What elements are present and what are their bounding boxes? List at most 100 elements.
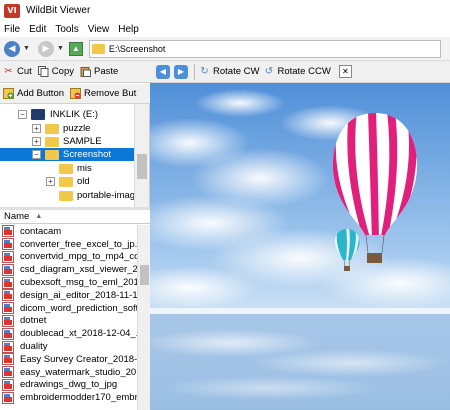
back-dropdown-icon[interactable]: ▼ bbox=[23, 45, 30, 52]
list-item[interactable]: converter_free_excel_to_jp... bbox=[0, 238, 137, 251]
tree-item-label: old bbox=[77, 176, 90, 187]
drive-icon bbox=[31, 109, 45, 120]
menu-bar: File Edit Tools View Help bbox=[0, 21, 450, 37]
file-icon bbox=[2, 314, 14, 327]
folder-icon bbox=[59, 190, 73, 201]
button-toolbar: Add Button Remove But bbox=[0, 84, 150, 104]
collapse-icon[interactable]: − bbox=[18, 110, 27, 119]
paste-button[interactable]: Paste bbox=[80, 66, 118, 77]
file-icon bbox=[2, 302, 14, 315]
list-item[interactable]: easy_watermark_studio_20... bbox=[0, 366, 137, 379]
tree-item-label: portable-image bbox=[77, 190, 141, 201]
toolbar-separator bbox=[194, 63, 195, 80]
list-item[interactable]: dotnet bbox=[0, 314, 137, 328]
close-toolbar-icon[interactable]: ✕ bbox=[338, 65, 352, 78]
file-icon bbox=[2, 289, 14, 302]
list-item[interactable]: csd_diagram_xsd_viewer_2... bbox=[0, 263, 137, 276]
list-item[interactable]: design_ai_editor_2018-11-1... bbox=[0, 289, 137, 302]
folder-icon bbox=[59, 176, 73, 187]
tree-item-label: INKLIK (E:) bbox=[50, 109, 99, 120]
file-list-scroll-thumb[interactable] bbox=[140, 265, 149, 285]
path-text: E:\Screenshot bbox=[108, 43, 166, 54]
file-name: easy_watermark_studio_20... bbox=[20, 366, 137, 378]
remove-icon bbox=[70, 88, 82, 99]
list-item[interactable]: contacam bbox=[0, 225, 137, 238]
list-item[interactable]: Easy Survey Creator_2018-... bbox=[0, 353, 137, 366]
menu-help[interactable]: Help bbox=[114, 24, 144, 35]
cut-button[interactable]: ✂ Cut bbox=[3, 66, 32, 77]
tree-item-screenshot[interactable]: − Screenshot bbox=[0, 148, 134, 161]
list-item[interactable]: convertvid_mpg_to_mp4_co... bbox=[0, 250, 137, 264]
menu-edit[interactable]: Edit bbox=[25, 24, 51, 35]
file-list-scrollbar[interactable] bbox=[137, 225, 150, 410]
image-preview[interactable] bbox=[150, 83, 450, 410]
tree-item-label: puzzle bbox=[63, 123, 91, 134]
list-item[interactable]: doublecad_xt_2018-12-04_... bbox=[0, 327, 137, 340]
menu-view[interactable]: View bbox=[84, 24, 115, 35]
file-name: contacam bbox=[20, 225, 62, 237]
expand-icon[interactable]: + bbox=[46, 177, 55, 186]
folder-icon bbox=[45, 149, 59, 160]
file-list: contacam converter_free_excel_to_jp... c… bbox=[0, 225, 137, 410]
tree-scrollbar[interactable] bbox=[134, 104, 149, 207]
tree-item-old[interactable]: + old bbox=[46, 175, 90, 188]
file-name: design_ai_editor_2018-11-1... bbox=[20, 289, 137, 301]
file-icon bbox=[2, 353, 14, 366]
folder-tree: − INKLIK (E:) + puzzle + SAMPLE − Screen… bbox=[0, 104, 150, 207]
list-item[interactable]: edrawings_dwg_to_jpg bbox=[0, 378, 137, 392]
back-icon[interactable]: ◀ bbox=[4, 40, 20, 57]
tree-item-portable-image[interactable]: portable-image bbox=[59, 189, 140, 202]
list-item[interactable]: duality bbox=[0, 340, 137, 353]
file-icon bbox=[2, 238, 14, 251]
forward-icon[interactable]: ▶ bbox=[37, 40, 54, 57]
edit-toolbar: ✂ Cut Copy Paste bbox=[0, 61, 150, 83]
folder-icon bbox=[59, 163, 73, 174]
file-icon bbox=[2, 366, 14, 379]
tree-item-puzzle[interactable]: + puzzle bbox=[32, 122, 90, 135]
file-icon bbox=[2, 340, 14, 353]
list-item[interactable]: embroidermodder170_embr... bbox=[0, 391, 137, 404]
next-image-icon[interactable]: ▶ bbox=[174, 64, 188, 79]
rotate-ccw-icon: ↺ bbox=[264, 66, 274, 77]
file-name: duality bbox=[20, 341, 48, 353]
window-title: WildBit Viewer bbox=[26, 5, 91, 16]
rotate-ccw-button[interactable]: ↺ Rotate CCW bbox=[263, 66, 331, 77]
add-button[interactable]: Add Button bbox=[3, 88, 64, 99]
file-name: edrawings_dwg_to_jpg bbox=[20, 379, 118, 391]
rotate-cw-button[interactable]: ↻ Rotate CW bbox=[199, 66, 259, 77]
rotate-cw-label: Rotate CW bbox=[213, 66, 260, 77]
menu-tools[interactable]: Tools bbox=[51, 24, 83, 35]
forward-dropdown-icon[interactable]: ▼ bbox=[57, 45, 64, 52]
path-input[interactable]: E:\Screenshot bbox=[88, 39, 441, 58]
file-name: cubexsoft_msg_to_eml_201... bbox=[20, 277, 137, 289]
file-icon bbox=[2, 378, 14, 391]
list-item[interactable]: cubexsoft_msg_to_eml_201... bbox=[0, 276, 137, 289]
tree-item-drive[interactable]: − INKLIK (E:) bbox=[18, 108, 98, 121]
tree-scroll-thumb[interactable] bbox=[137, 154, 147, 179]
up-folder-icon[interactable]: ▲ bbox=[68, 41, 83, 56]
expand-icon[interactable]: + bbox=[32, 137, 41, 146]
menu-file[interactable]: File bbox=[0, 24, 25, 35]
tree-item-mis[interactable]: mis bbox=[59, 162, 92, 175]
rotate-ccw-label: Rotate CCW bbox=[277, 66, 331, 77]
folder-icon bbox=[91, 43, 105, 54]
paste-label: Paste bbox=[93, 66, 119, 77]
expand-icon[interactable]: + bbox=[32, 124, 41, 133]
file-icon bbox=[2, 391, 14, 404]
sort-ascending-icon: ▲ bbox=[35, 213, 43, 220]
previous-image-icon[interactable]: ◀ bbox=[156, 64, 170, 79]
rotate-cw-icon: ↻ bbox=[200, 66, 209, 77]
collapse-icon[interactable]: − bbox=[32, 150, 41, 159]
title-bar: VI WildBit Viewer bbox=[0, 0, 450, 21]
file-name: convertvid_mpg_to_mp4_co... bbox=[20, 251, 137, 263]
scissors-icon: ✂ bbox=[4, 66, 13, 77]
remove-button[interactable]: Remove But bbox=[70, 88, 136, 99]
copy-button[interactable]: Copy bbox=[37, 66, 74, 77]
add-icon bbox=[3, 88, 14, 99]
list-item[interactable]: dicom_word_prediction_soft... bbox=[0, 302, 137, 315]
address-bar: ◀ ▼ ▶ ▼ ▲ E:\Screenshot bbox=[0, 37, 450, 61]
file-icon bbox=[2, 276, 14, 289]
copy-label: Copy bbox=[51, 66, 74, 77]
name-column-header[interactable]: Name ▲ bbox=[0, 210, 150, 224]
tree-item-sample[interactable]: + SAMPLE bbox=[32, 135, 102, 148]
